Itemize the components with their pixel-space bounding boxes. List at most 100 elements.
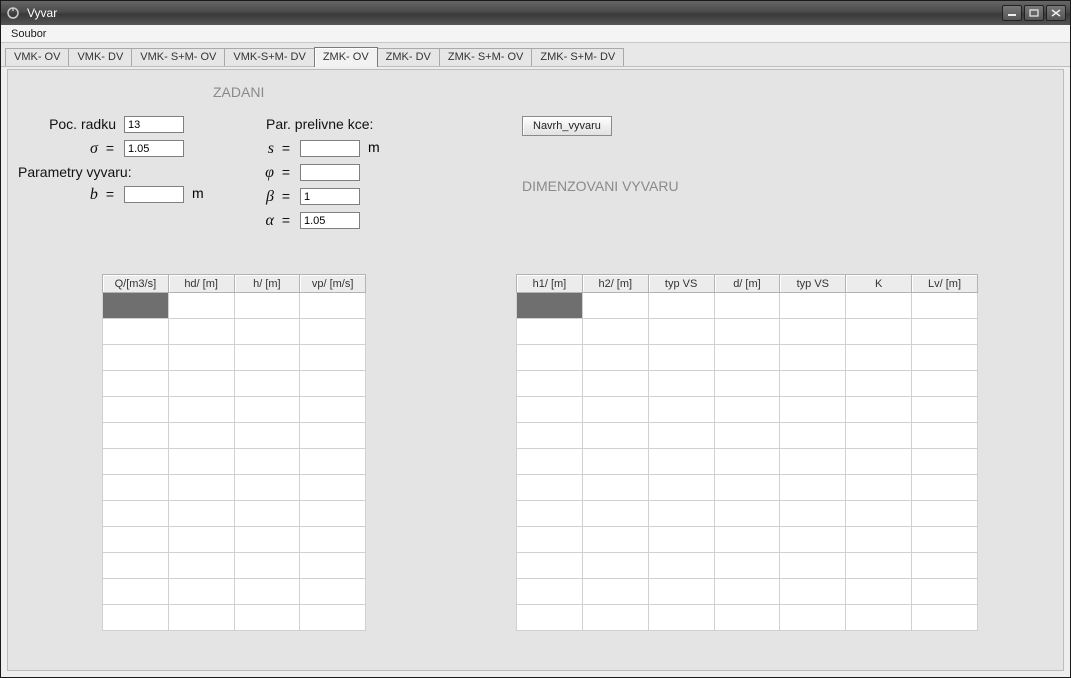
table-cell[interactable] xyxy=(300,371,366,397)
table-row[interactable] xyxy=(103,371,366,397)
table-cell[interactable] xyxy=(780,579,846,605)
table-output[interactable]: h1/ [m]h2/ [m]typ VSd/ [m]typ VSKLv/ [m] xyxy=(516,274,978,631)
table-cell[interactable] xyxy=(582,371,648,397)
table-row[interactable] xyxy=(103,449,366,475)
table-row[interactable] xyxy=(103,579,366,605)
table-input[interactable]: Q/[m3/s]hd/ [m]h/ [m]vp/ [m/s] xyxy=(102,274,366,631)
table-cell[interactable] xyxy=(582,293,648,319)
table-cell[interactable] xyxy=(714,449,780,475)
table-cell[interactable] xyxy=(648,397,714,423)
table-cell[interactable] xyxy=(846,475,912,501)
column-header[interactable]: typ VS xyxy=(780,275,846,293)
column-header[interactable]: d/ [m] xyxy=(714,275,780,293)
table-cell[interactable] xyxy=(103,371,169,397)
table-cell[interactable] xyxy=(714,397,780,423)
table-cell[interactable] xyxy=(648,501,714,527)
input-phi[interactable] xyxy=(300,164,360,181)
column-header[interactable]: h1/ [m] xyxy=(517,275,583,293)
table-cell[interactable] xyxy=(234,319,300,345)
table-cell[interactable] xyxy=(912,293,978,319)
table-cell[interactable] xyxy=(300,449,366,475)
table-row[interactable] xyxy=(103,605,366,631)
table-cell[interactable] xyxy=(517,605,583,631)
table-cell[interactable] xyxy=(300,397,366,423)
table-cell[interactable] xyxy=(912,319,978,345)
table-row[interactable] xyxy=(517,371,978,397)
table-cell[interactable] xyxy=(517,475,583,501)
table-cell[interactable] xyxy=(517,397,583,423)
table-row[interactable] xyxy=(517,475,978,501)
table-cell[interactable] xyxy=(517,371,583,397)
table-row[interactable] xyxy=(517,397,978,423)
table-cell[interactable] xyxy=(714,553,780,579)
tab-vmk-ov[interactable]: VMK- OV xyxy=(5,48,69,66)
table-cell[interactable] xyxy=(912,345,978,371)
table-cell[interactable] xyxy=(648,527,714,553)
table-cell[interactable] xyxy=(846,501,912,527)
table-cell[interactable] xyxy=(300,345,366,371)
table-cell[interactable] xyxy=(648,345,714,371)
table-cell[interactable] xyxy=(714,579,780,605)
table-row[interactable] xyxy=(103,423,366,449)
column-header[interactable]: hd/ [m] xyxy=(168,275,234,293)
table-cell[interactable] xyxy=(582,579,648,605)
table-cell[interactable] xyxy=(517,293,583,319)
table-cell[interactable] xyxy=(168,397,234,423)
table-cell[interactable] xyxy=(582,527,648,553)
table-cell[interactable] xyxy=(234,449,300,475)
table-cell[interactable] xyxy=(300,423,366,449)
table-cell[interactable] xyxy=(234,397,300,423)
table-row[interactable] xyxy=(103,527,366,553)
table-cell[interactable] xyxy=(648,449,714,475)
table-cell[interactable] xyxy=(846,397,912,423)
table-cell[interactable] xyxy=(714,319,780,345)
tab-vmk-sm-ov[interactable]: VMK- S+M- OV xyxy=(131,48,225,66)
tab-zmk-sm-ov[interactable]: ZMK- S+M- OV xyxy=(439,48,532,66)
tab-vmk-dv[interactable]: VMK- DV xyxy=(68,48,132,66)
table-cell[interactable] xyxy=(168,553,234,579)
table-cell[interactable] xyxy=(912,501,978,527)
table-cell[interactable] xyxy=(780,605,846,631)
table-row[interactable] xyxy=(103,501,366,527)
table-row[interactable] xyxy=(517,605,978,631)
table-cell[interactable] xyxy=(103,579,169,605)
table-cell[interactable] xyxy=(780,449,846,475)
table-cell[interactable] xyxy=(714,527,780,553)
table-cell[interactable] xyxy=(517,579,583,605)
table-row[interactable] xyxy=(517,423,978,449)
column-header[interactable]: vp/ [m/s] xyxy=(300,275,366,293)
table-cell[interactable] xyxy=(780,423,846,449)
table-cell[interactable] xyxy=(780,397,846,423)
table-row[interactable] xyxy=(517,579,978,605)
table-cell[interactable] xyxy=(103,319,169,345)
table-cell[interactable] xyxy=(846,293,912,319)
table-cell[interactable] xyxy=(300,605,366,631)
table-cell[interactable] xyxy=(912,475,978,501)
table-cell[interactable] xyxy=(300,475,366,501)
tab-vmk-sm-dv[interactable]: VMK-S+M- DV xyxy=(224,48,314,66)
table-cell[interactable] xyxy=(846,319,912,345)
table-cell[interactable] xyxy=(648,553,714,579)
table-cell[interactable] xyxy=(846,553,912,579)
table-row[interactable] xyxy=(517,553,978,579)
table-row[interactable] xyxy=(103,553,366,579)
input-sigma[interactable] xyxy=(124,140,184,157)
table-cell[interactable] xyxy=(780,371,846,397)
table-cell[interactable] xyxy=(234,371,300,397)
table-cell[interactable] xyxy=(846,579,912,605)
table-cell[interactable] xyxy=(234,553,300,579)
table-cell[interactable] xyxy=(103,345,169,371)
table-cell[interactable] xyxy=(103,501,169,527)
table-cell[interactable] xyxy=(714,423,780,449)
table-cell[interactable] xyxy=(648,371,714,397)
table-cell[interactable] xyxy=(234,579,300,605)
table-row[interactable] xyxy=(517,449,978,475)
input-poc-radku[interactable] xyxy=(124,116,184,133)
table-cell[interactable] xyxy=(517,501,583,527)
table-cell[interactable] xyxy=(912,371,978,397)
table-cell[interactable] xyxy=(300,319,366,345)
table-cell[interactable] xyxy=(234,501,300,527)
table-cell[interactable] xyxy=(780,475,846,501)
table-cell[interactable] xyxy=(648,319,714,345)
table-cell[interactable] xyxy=(168,527,234,553)
